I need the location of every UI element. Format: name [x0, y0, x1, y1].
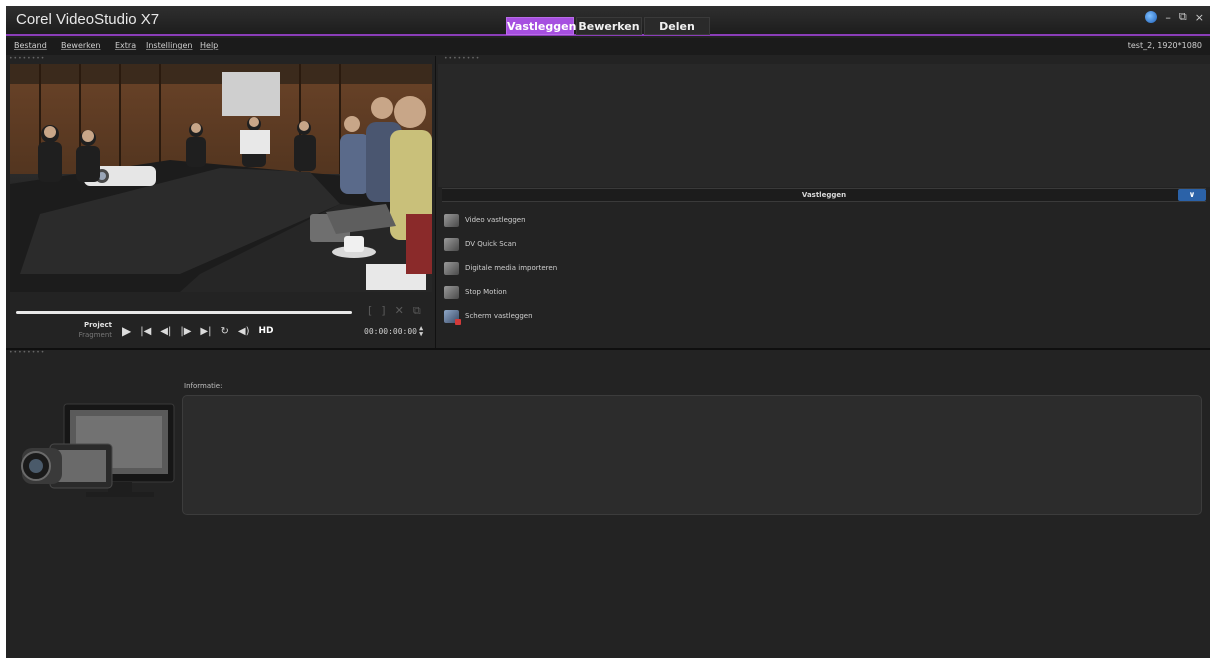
hd-preview-button[interactable]: HD — [258, 326, 273, 336]
capture-header: Vastleggen ∨ — [442, 188, 1206, 202]
capture-option-dv-quick-scan[interactable]: DV Quick Scan — [444, 232, 557, 256]
mode-project[interactable]: Project — [76, 320, 112, 330]
screen-capture-icon — [444, 309, 461, 325]
go-to-end-icon[interactable]: ▶| — [200, 326, 211, 337]
menu-bar: Bestand Bewerken Extra Instellingen Help… — [6, 38, 1210, 55]
volume-icon[interactable]: ◀) — [238, 326, 250, 337]
globe-icon[interactable] — [1145, 11, 1158, 23]
capture-option-label: Digitale media importeren — [465, 264, 558, 272]
menu-instellingen[interactable]: Instellingen — [146, 41, 192, 50]
menu-bestand[interactable]: Bestand — [14, 41, 47, 50]
capture-header-title: Vastleggen — [801, 191, 847, 199]
panel-grip[interactable]: •••••••• — [9, 56, 45, 62]
window-controls: – ⧉ × — [1145, 8, 1204, 26]
capture-option-import-media[interactable]: Digitale media importeren — [444, 256, 557, 280]
tab-capture[interactable]: Vastleggen — [506, 17, 576, 35]
video-frame-image — [10, 64, 432, 292]
chevron-down-icon: ∨ — [1188, 190, 1196, 199]
capture-options-list: Video vastleggen DV Quick Scan Digitale … — [444, 208, 557, 328]
play-icon[interactable]: ▶ — [122, 324, 131, 338]
project-info: test_2, 1920*1080 — [1127, 41, 1202, 50]
capture-option-label: Stop Motion — [465, 288, 507, 296]
next-frame-icon[interactable]: |▶ — [180, 326, 191, 337]
player-panel: •••••••• [] ✕ ⧉ Project Fragment ▶ |◀ ◀… — [6, 56, 436, 348]
menu-extra[interactable]: Extra — [115, 41, 136, 50]
copy-icon[interactable]: ⧉ — [413, 304, 421, 318]
video-camera-icon — [444, 213, 459, 227]
info-panel: •••••••• Informatie: — [6, 350, 1210, 658]
tab-share[interactable]: Delen — [644, 17, 710, 35]
library-area — [438, 64, 1210, 187]
capture-option-label: Video vastleggen — [465, 216, 526, 224]
scrub-bar[interactable] — [16, 311, 352, 314]
capture-option-stop-motion[interactable]: Stop Motion — [444, 280, 557, 304]
tab-edit[interactable]: Bewerken — [576, 17, 642, 35]
dv-scan-icon — [444, 237, 459, 251]
capture-option-screen-capture[interactable]: Scherm vastleggen — [444, 304, 557, 328]
library-panel: •••••••• Vastleggen ∨ Video vastleggen D… — [438, 56, 1210, 348]
trim-controls: [ ] ✕ ⧉ — [368, 304, 421, 318]
mode-fragment[interactable]: Fragment — [76, 330, 112, 340]
play-mode-selector[interactable]: Project Fragment — [76, 320, 112, 340]
stop-motion-icon — [444, 285, 459, 299]
go-to-start-icon[interactable]: |◀ — [140, 326, 151, 337]
mark-out-icon[interactable]: ] — [381, 304, 385, 318]
mark-in-icon[interactable]: [ — [368, 304, 372, 318]
timecode-field[interactable]: 00:00:00:00 ▲ ▼ — [364, 324, 426, 338]
restore-button[interactable]: ⧉ — [1179, 10, 1187, 24]
previous-frame-icon[interactable]: ◀| — [160, 326, 171, 337]
repeat-icon[interactable]: ↻ — [220, 326, 228, 337]
transport-controls: ▶ |◀ ◀| |▶ ▶| ↻ ◀) HD — [122, 324, 273, 338]
panel-grip[interactable]: •••••••• — [9, 350, 45, 356]
info-label: Informatie: — [184, 382, 223, 390]
capture-devices-illustration — [21, 403, 175, 497]
app-window: Corel VideoStudio X7 Vastleggen Bewerken… — [6, 6, 1210, 658]
close-button[interactable]: × — [1195, 11, 1204, 24]
timecode-stepper-icon[interactable]: ▲ ▼ — [419, 325, 423, 338]
menu-help[interactable]: Help — [200, 41, 218, 50]
minimize-button[interactable]: – — [1165, 11, 1171, 24]
capture-option-label: DV Quick Scan — [465, 240, 517, 248]
delete-icon[interactable]: ✕ — [395, 304, 404, 318]
capture-option-label: Scherm vastleggen — [465, 312, 533, 320]
info-text-area — [182, 395, 1202, 515]
collapse-button[interactable]: ∨ — [1178, 189, 1206, 201]
import-media-icon — [444, 261, 459, 275]
capture-option-video[interactable]: Video vastleggen — [444, 208, 557, 232]
menu-bewerken[interactable]: Bewerken — [61, 41, 101, 50]
timecode-value: 00:00:00:00 — [364, 326, 417, 336]
video-preview — [10, 64, 432, 292]
app-title: Corel VideoStudio X7 — [16, 11, 160, 28]
panel-grip[interactable]: •••••••• — [444, 56, 480, 62]
title-bar: Corel VideoStudio X7 Vastleggen Bewerken… — [6, 6, 1210, 36]
